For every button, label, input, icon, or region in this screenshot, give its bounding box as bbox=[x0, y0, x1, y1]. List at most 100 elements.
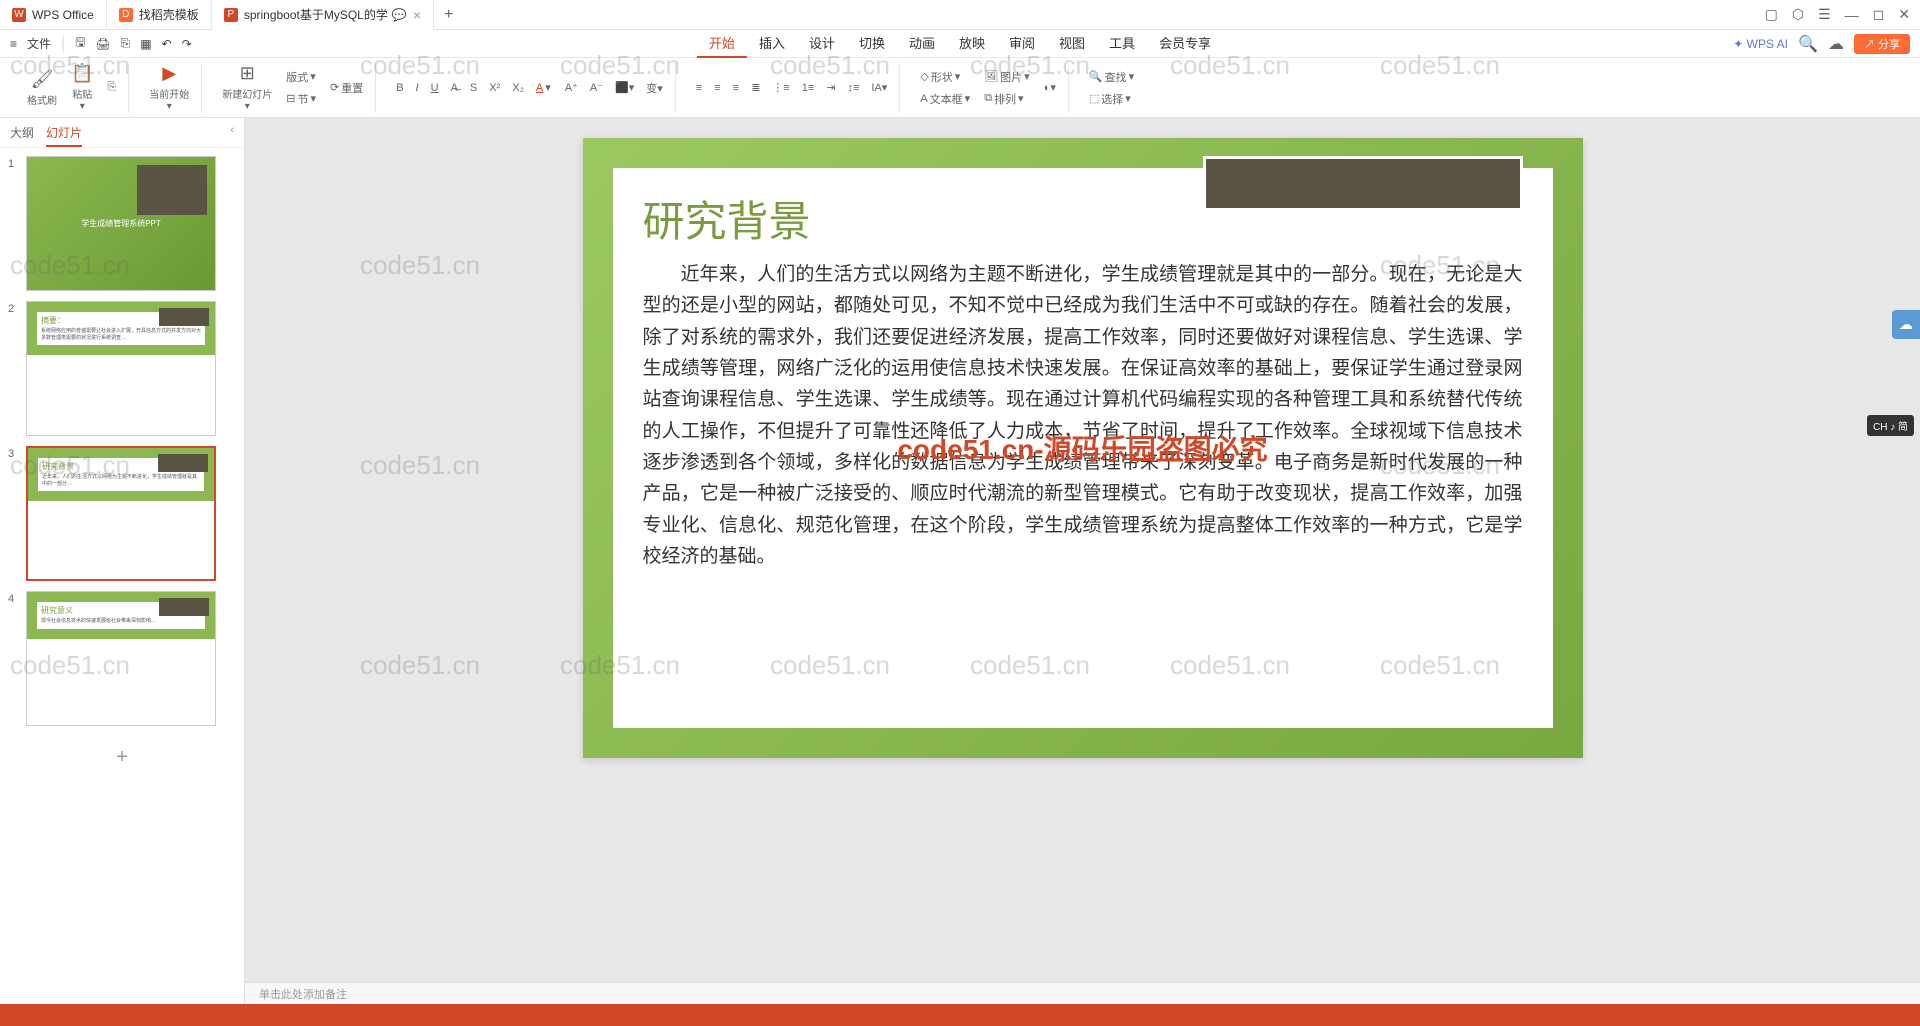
tab-template[interactable]: D 找稻壳模板 bbox=[107, 0, 212, 30]
close-icon[interactable]: × bbox=[413, 7, 421, 23]
quickbar: ≡ 文件 | 🖫 🖨 ⎘ ▦ ↶ ↷ 开始 插入 设计 切换 动画 放映 审阅 … bbox=[0, 30, 1920, 58]
copy-button[interactable]: ⎘ bbox=[103, 79, 120, 96]
export-icon[interactable]: ⎘ bbox=[121, 36, 131, 51]
control-icon[interactable]: ☰ bbox=[1818, 6, 1831, 23]
slide-body-text[interactable]: 近年来，人们的生活方式以网络为主题不断进化，学生成绩管理就是其中的一部分。现在，… bbox=[643, 259, 1523, 572]
numbering-button[interactable]: 1≡ bbox=[798, 79, 819, 96]
style-button[interactable]: ◐▾ bbox=[1040, 79, 1060, 96]
slide-number: 1 bbox=[8, 156, 26, 291]
align-center-button[interactable]: ≡ bbox=[710, 79, 724, 96]
wps-ai-button[interactable]: ✦ WPS AI bbox=[1733, 37, 1788, 51]
canvas-area: 研究背景 近年来，人们的生活方式以网络为主题不断进化，学生成绩管理就是其中的一部… bbox=[245, 118, 1920, 1004]
tab-view[interactable]: 视图 bbox=[1047, 29, 1097, 58]
tab-member[interactable]: 会员专享 bbox=[1147, 29, 1223, 58]
undo-icon[interactable]: ↶ bbox=[162, 37, 172, 51]
strikethrough-button[interactable]: S bbox=[466, 79, 481, 96]
slide-thumb-4[interactable]: 研究意义 现今社会信息技术的快速发展给社会带来深刻影响… bbox=[26, 591, 216, 726]
close-window-icon[interactable]: ✕ bbox=[1898, 6, 1910, 23]
layout-button[interactable]: 版式▾ bbox=[282, 67, 320, 87]
slide-thumb-2[interactable]: 摘要： 系统网络应用的普遍需要让社会进入扩展，开具信息方式的并发方向对大多数管理… bbox=[26, 301, 216, 436]
tab-start[interactable]: 开始 bbox=[697, 29, 747, 58]
redo-icon[interactable]: ↷ bbox=[182, 37, 192, 51]
cloud-sidebar-button[interactable]: ☁ bbox=[1892, 310, 1920, 339]
control-icon[interactable]: ⬡ bbox=[1792, 6, 1804, 23]
slide-number: 4 bbox=[8, 591, 26, 726]
align-right-button[interactable]: ≡ bbox=[729, 79, 743, 96]
window-controls: ▢ ⬡ ☰ — ◻ ✕ bbox=[1765, 6, 1920, 23]
slide-thumb-1[interactable]: 学生成绩管理系统PPT bbox=[26, 156, 216, 291]
picture-button[interactable]: 🖼 图片▾ bbox=[980, 67, 1034, 87]
slides-tab[interactable]: 幻灯片 bbox=[46, 124, 82, 147]
section-button[interactable]: ⊟ 节▾ bbox=[282, 89, 320, 109]
print-icon[interactable]: 🖨 bbox=[95, 37, 110, 51]
strike-button[interactable]: A̶ bbox=[447, 79, 462, 96]
maximize-icon[interactable]: ◻ bbox=[1873, 6, 1885, 23]
notes-placeholder[interactable]: 单击此处添加备注 bbox=[245, 982, 1920, 1004]
bullets-button[interactable]: ⋮≡ bbox=[768, 79, 793, 96]
thumbnail-panel: 大纲 幻灯片 ‹ 1 学生成绩管理系统PPT 2 摘要： 系统网络应用的普遍需要… bbox=[0, 118, 245, 1004]
textbox-button[interactable]: A 文本框▾ bbox=[916, 89, 974, 109]
slide-number: 2 bbox=[8, 301, 26, 436]
ribbon: 🖌格式刷 📋粘贴▾ ⎘ ▶当前开始▾ ⊞新建幻灯片▾ 版式▾ ⊟ 节▾ ⟳ 重置… bbox=[0, 58, 1920, 118]
outline-tab[interactable]: 大纲 bbox=[10, 124, 34, 147]
main-area: 大纲 幻灯片 ‹ 1 学生成绩管理系统PPT 2 摘要： 系统网络应用的普遍需要… bbox=[0, 118, 1920, 1004]
select-button[interactable]: ⬚ 选择▾ bbox=[1085, 89, 1138, 109]
add-tab-button[interactable]: + bbox=[434, 6, 463, 24]
tab-design[interactable]: 设计 bbox=[797, 29, 847, 58]
tab-animation[interactable]: 动画 bbox=[897, 29, 947, 58]
format-painter-button[interactable]: 🖌格式刷 bbox=[23, 67, 61, 109]
tab-document[interactable]: P springboot基于MySQL的学 💬 × bbox=[212, 0, 434, 30]
wps-icon: W bbox=[12, 8, 26, 22]
font-color-button[interactable]: A▾ bbox=[532, 79, 555, 96]
status-bar bbox=[0, 1004, 1920, 1026]
align-justify-button[interactable]: ≣ bbox=[747, 79, 764, 96]
clear-format-button[interactable]: 变▾ bbox=[642, 78, 667, 98]
slide-thumb-3[interactable]: 研究背景 近年来，人们的生活方式以网络为主题不断进化，学生成绩管理就是其中的一部… bbox=[26, 446, 216, 581]
arrange-button[interactable]: ⧉ 排列▾ bbox=[980, 89, 1034, 109]
ime-indicator: CH ♪ 简 bbox=[1867, 415, 1914, 436]
share-button[interactable]: ↗ 分享 bbox=[1854, 34, 1910, 54]
line-spacing-button[interactable]: ↕≡ bbox=[843, 79, 863, 96]
add-slide-button[interactable]: + bbox=[116, 746, 128, 769]
from-current-button[interactable]: ▶当前开始▾ bbox=[145, 61, 193, 114]
shape-button[interactable]: ◇ 形状▾ bbox=[916, 67, 974, 87]
tab-insert[interactable]: 插入 bbox=[747, 29, 797, 58]
tab-tools[interactable]: 工具 bbox=[1097, 29, 1147, 58]
cloud-icon[interactable]: ☁ bbox=[1828, 34, 1844, 54]
minimize-icon[interactable]: — bbox=[1845, 7, 1859, 23]
tab-label: WPS Office bbox=[32, 8, 94, 22]
subscript-button[interactable]: X₂ bbox=[508, 79, 528, 96]
font-size-down[interactable]: A⁻ bbox=[586, 78, 607, 98]
reset-button[interactable]: ⟳ 重置 bbox=[326, 78, 367, 98]
menu-icon[interactable]: ≡ bbox=[10, 37, 17, 51]
collapse-icon[interactable]: ‹ bbox=[230, 124, 234, 147]
tab-review[interactable]: 审阅 bbox=[997, 29, 1047, 58]
titlebar: W WPS Office D 找稻壳模板 P springboot基于MySQL… bbox=[0, 0, 1920, 30]
superscript-button[interactable]: X² bbox=[485, 79, 504, 96]
save-icon[interactable]: 🖫 bbox=[75, 33, 85, 54]
align-left-button[interactable]: ≡ bbox=[692, 79, 706, 96]
tab-transition[interactable]: 切换 bbox=[847, 29, 897, 58]
menu-tabs: 开始 插入 设计 切换 动画 放映 审阅 视图 工具 会员专享 bbox=[697, 29, 1223, 58]
font-size-up[interactable]: A⁺ bbox=[561, 78, 582, 98]
preview-icon[interactable]: ▦ bbox=[140, 37, 151, 51]
highlight-button[interactable]: ⬛▾ bbox=[611, 78, 638, 98]
text-direction-button[interactable]: IA▾ bbox=[867, 79, 891, 96]
tab-label: 找稻壳模板 bbox=[139, 6, 199, 23]
new-slide-button[interactable]: ⊞新建幻灯片▾ bbox=[218, 61, 276, 114]
tab-wps-office[interactable]: W WPS Office bbox=[0, 0, 107, 30]
find-button[interactable]: 🔍 查找▾ bbox=[1085, 67, 1138, 87]
slide-number: 3 bbox=[8, 446, 26, 581]
chat-icon[interactable]: 💬 bbox=[392, 8, 407, 22]
underline-button[interactable]: U bbox=[427, 79, 443, 96]
italic-button[interactable]: I bbox=[412, 79, 423, 96]
search-icon[interactable]: 🔍 bbox=[1798, 34, 1818, 54]
bold-button[interactable]: B bbox=[392, 79, 407, 96]
tab-slideshow[interactable]: 放映 bbox=[947, 29, 997, 58]
file-menu[interactable]: 文件 bbox=[27, 35, 51, 52]
ppt-icon: P bbox=[224, 8, 238, 22]
indent-button[interactable]: ⇥ bbox=[822, 79, 839, 96]
control-icon[interactable]: ▢ bbox=[1765, 6, 1778, 23]
paste-button[interactable]: 📋粘贴▾ bbox=[67, 61, 97, 114]
slide-canvas[interactable]: 研究背景 近年来，人们的生活方式以网络为主题不断进化，学生成绩管理就是其中的一部… bbox=[583, 138, 1583, 758]
